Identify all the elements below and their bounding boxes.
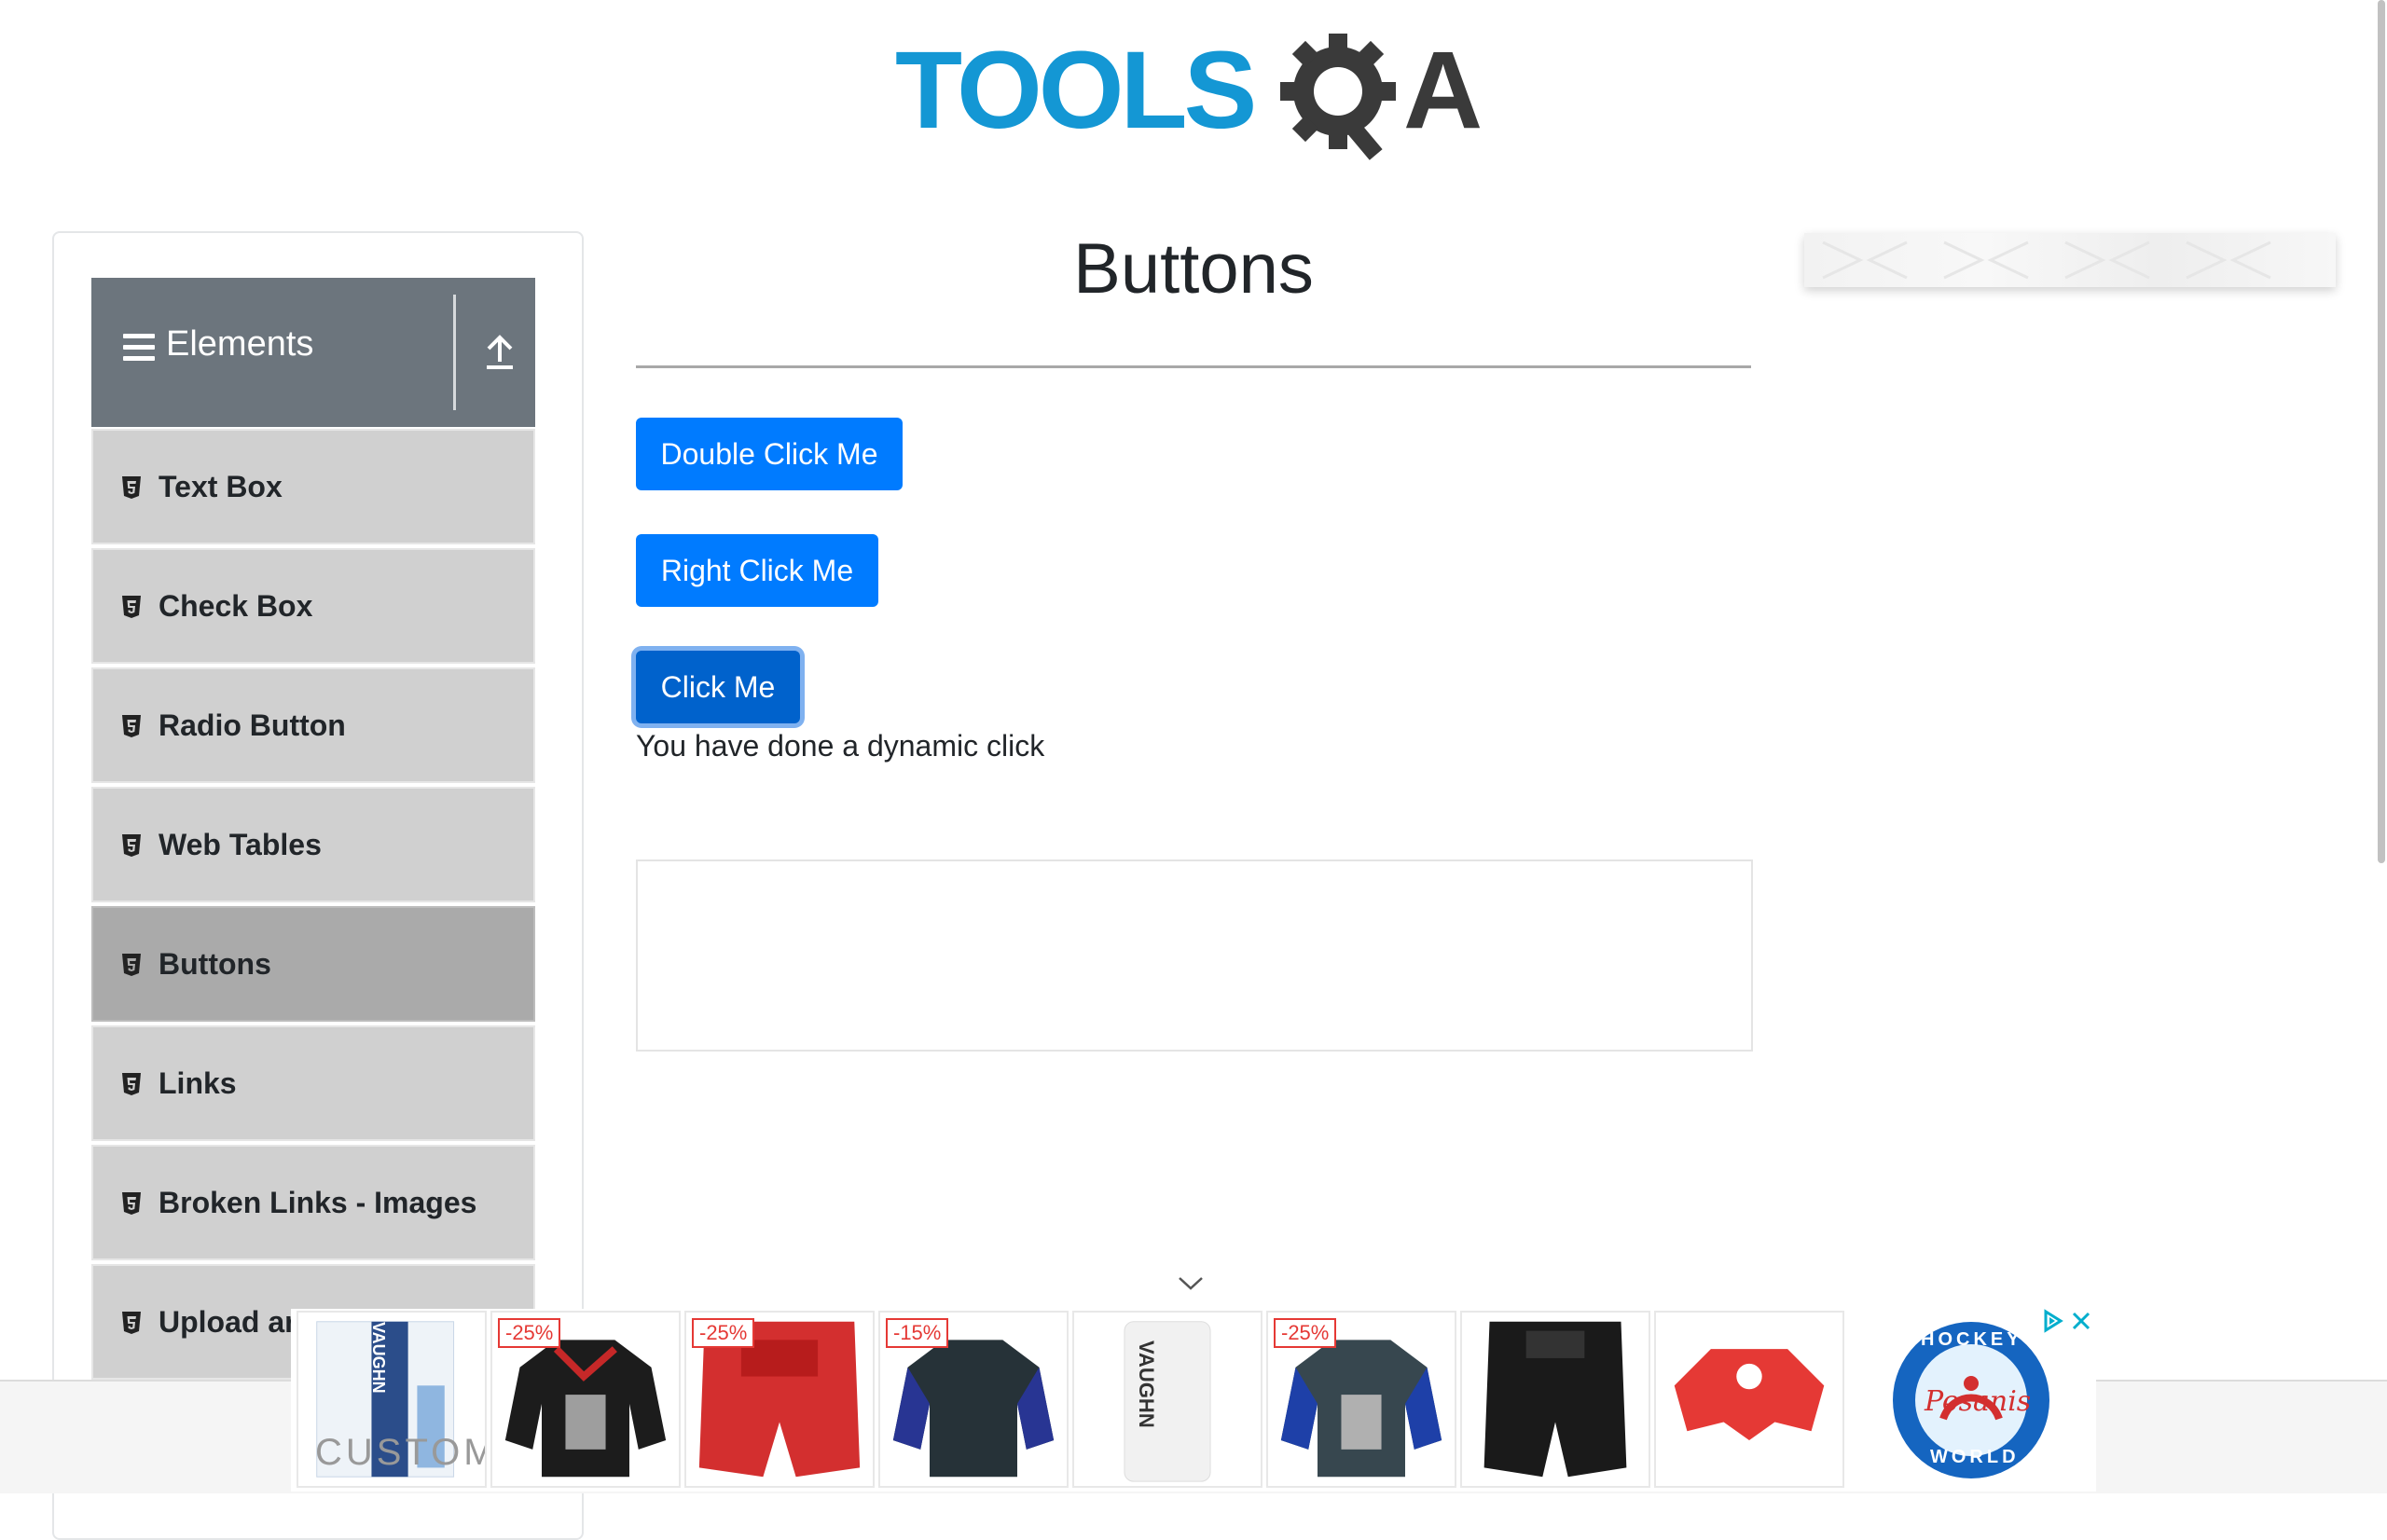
- sidebar-item-label: Text Box: [159, 470, 283, 503]
- ad-product-tile[interactable]: -25%: [684, 1311, 875, 1488]
- shoulder-pads-image: [1674, 1349, 1825, 1441]
- ad-product-tile[interactable]: VAUGHN CUSTOM: [297, 1311, 487, 1488]
- logo-bottom-text: WORLD: [1930, 1447, 2020, 1467]
- tile-brand-text: VAUGHN: [1135, 1341, 1158, 1428]
- chevron-down-icon[interactable]: [1177, 1275, 1205, 1292]
- close-icon[interactable]: [2072, 1312, 2090, 1330]
- right-click-button[interactable]: Right Click Me: [636, 534, 878, 607]
- discount-badge: -15%: [886, 1318, 949, 1348]
- sidebar-item-radio-button[interactable]: Radio Button: [91, 667, 535, 783]
- ad-controls: [2044, 1309, 2090, 1333]
- html5-icon: [122, 1192, 141, 1215]
- discount-badge: -25%: [1274, 1318, 1337, 1348]
- discount-badge: -25%: [498, 1318, 561, 1348]
- logo-a-letter: A: [1403, 29, 1483, 152]
- toolsqa-logo[interactable]: TOOLS A: [895, 28, 1497, 168]
- sidebar-item-label: Radio Button: [159, 708, 346, 742]
- scrollbar-thumb[interactable]: [2378, 0, 2385, 863]
- collapse-arrow-icon[interactable]: [483, 330, 517, 371]
- sidebar-item-text-box[interactable]: Text Box: [91, 429, 535, 544]
- title-divider: [636, 365, 1751, 368]
- sidebar-item-links[interactable]: Links: [91, 1025, 535, 1141]
- tile-custom-text: CUSTOM: [315, 1432, 487, 1473]
- click-me-button[interactable]: Click Me: [636, 651, 800, 723]
- tile-brand-text: VAUGHN: [369, 1322, 388, 1394]
- elements-group-header[interactable]: Elements: [91, 278, 535, 427]
- html5-icon: [122, 1073, 141, 1095]
- page-scrollbar[interactable]: [2374, 0, 2387, 1492]
- right-ad-banner[interactable]: [1804, 233, 2336, 287]
- sidebar-item-label: Web Tables: [159, 828, 322, 861]
- ad-product-tile[interactable]: [1460, 1311, 1650, 1488]
- page-title: Buttons: [1073, 229, 1314, 309]
- logo-script-text: Pesanis: [1925, 1385, 2032, 1418]
- html5-icon: [122, 476, 141, 499]
- elements-menu-list: Text Box Check Box Radio Button Web Tabl…: [91, 429, 535, 1383]
- ad-product-tile[interactable]: [1654, 1311, 1844, 1488]
- adchoices-icon[interactable]: [2044, 1309, 2063, 1333]
- logo-top-text: HOCKEY: [1921, 1329, 2023, 1350]
- html5-icon: [122, 1312, 141, 1334]
- gear-magnifier-icon: [1280, 34, 1396, 160]
- sidebar-item-check-box[interactable]: Check Box: [91, 548, 535, 664]
- html5-icon: [122, 715, 141, 737]
- ad-product-tiles: VAUGHN CUSTOM -25% -25% -15% VAUGHN -25%: [297, 1311, 1844, 1488]
- sidebar-item-buttons[interactable]: Buttons: [91, 906, 535, 1022]
- sidebar-item-broken-links[interactable]: Broken Links - Images: [91, 1145, 535, 1260]
- goalie-pants-image: [1483, 1321, 1627, 1478]
- html5-icon: [122, 954, 141, 976]
- header-divider: [453, 295, 456, 410]
- group-title: Elements: [166, 324, 314, 364]
- sidebar-item-label: Links: [159, 1066, 237, 1100]
- ad-placeholder-box: [636, 859, 1753, 1052]
- ad-product-tile[interactable]: -25%: [490, 1311, 681, 1488]
- sidebar-item-web-tables[interactable]: Web Tables: [91, 787, 535, 902]
- dynamic-click-message: You have done a dynamic click: [636, 729, 1045, 763]
- sidebar-item-label: Check Box: [159, 589, 313, 623]
- html5-icon: [122, 834, 141, 857]
- discount-badge: -25%: [692, 1318, 755, 1348]
- ad-product-tile[interactable]: -15%: [878, 1311, 1069, 1488]
- ad-product-tile[interactable]: VAUGHN: [1072, 1311, 1262, 1488]
- ad-pattern: [1822, 241, 2271, 280]
- html5-icon: [122, 596, 141, 618]
- hamburger-icon: [123, 334, 155, 362]
- sidebar-item-label: Broken Links - Images: [159, 1186, 477, 1219]
- ad-product-tile[interactable]: -25%: [1266, 1311, 1456, 1488]
- goalie-pad-image: [1124, 1321, 1211, 1482]
- double-click-button[interactable]: Double Click Me: [636, 418, 903, 490]
- sidebar-item-label: Buttons: [159, 947, 271, 981]
- sidebar-item-label: Upload ar: [159, 1305, 297, 1339]
- logo-tools-word: TOOLS: [895, 29, 1257, 152]
